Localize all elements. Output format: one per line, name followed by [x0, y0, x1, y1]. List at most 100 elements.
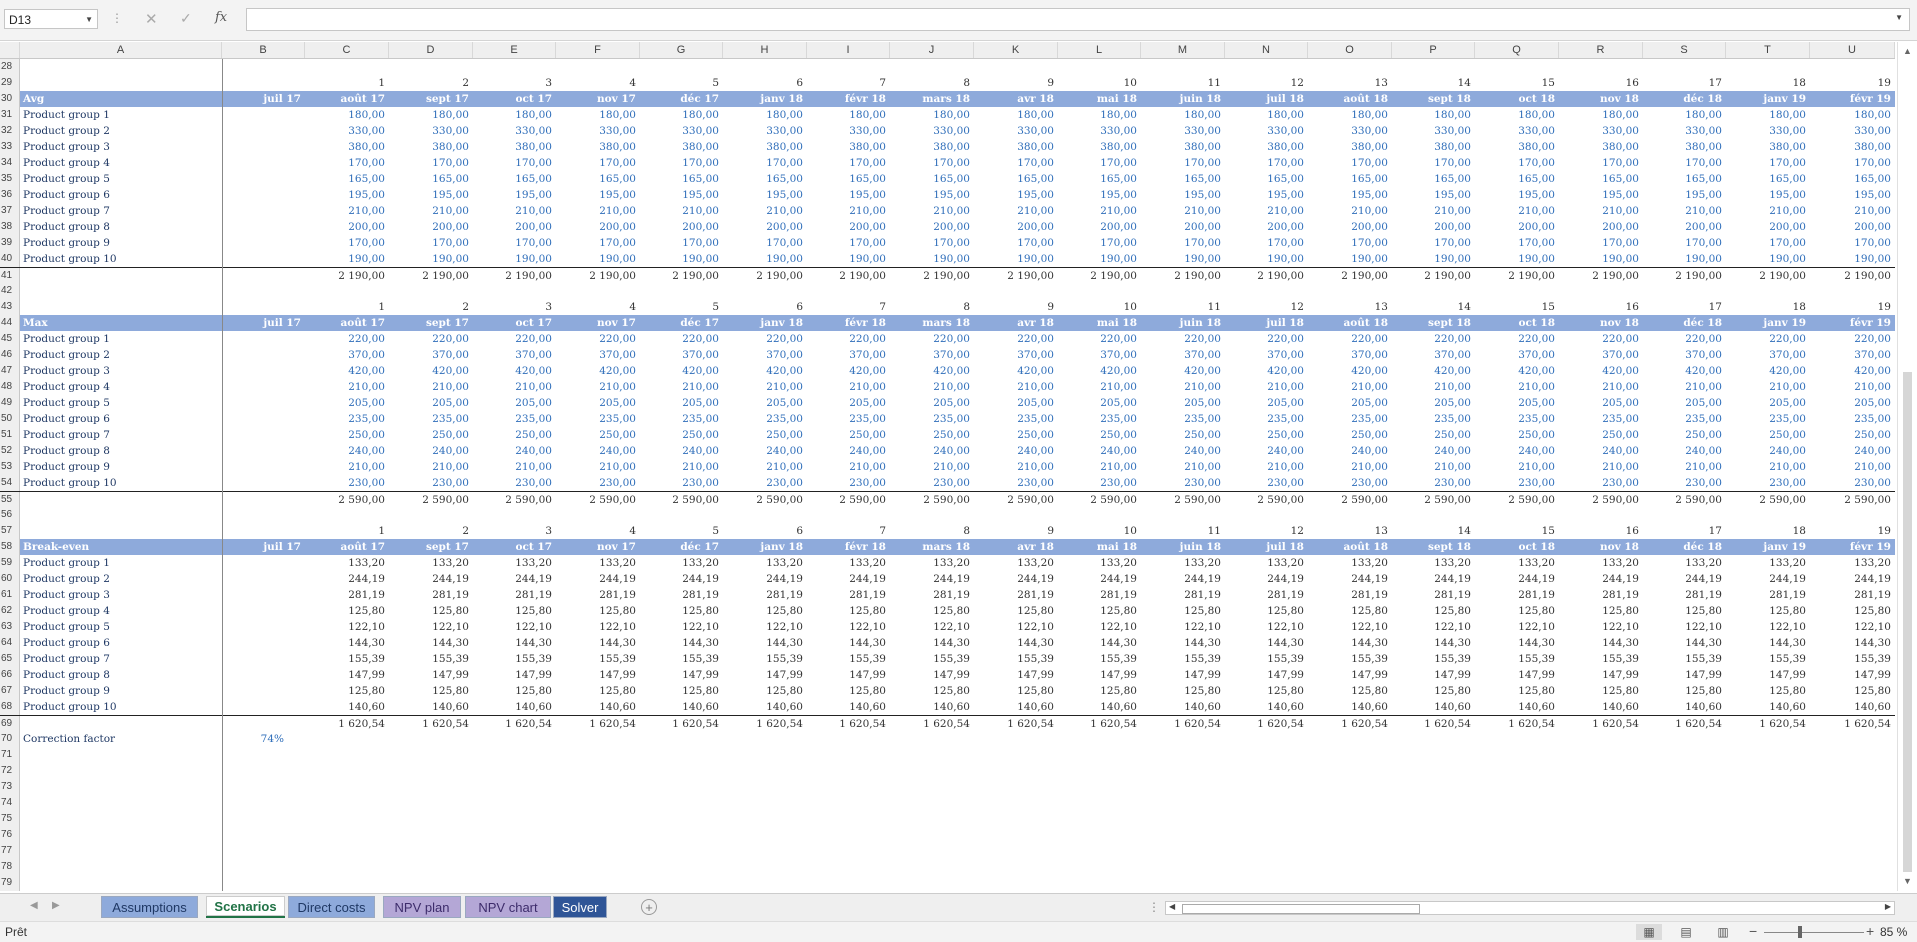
- month-header-cell[interactable]: juin 18: [1141, 91, 1225, 107]
- month-header-cell[interactable]: déc 17: [640, 539, 723, 555]
- value-cell[interactable]: 250,00: [640, 427, 723, 443]
- month-header-cell[interactable]: août 18: [1308, 539, 1392, 555]
- value-cell[interactable]: 133,20: [556, 555, 640, 571]
- value-cell[interactable]: 122,10: [389, 619, 473, 635]
- value-cell[interactable]: 281,19: [1643, 587, 1726, 603]
- value-cell[interactable]: 240,00: [1308, 443, 1392, 459]
- total-cell[interactable]: 2 590,00: [1475, 492, 1559, 508]
- value-cell[interactable]: 165,00: [305, 171, 389, 187]
- row-number[interactable]: 34: [0, 155, 20, 171]
- vertical-scrollbar[interactable]: ▲ ▼: [1897, 42, 1917, 891]
- month-header-cell[interactable]: oct 17: [473, 91, 556, 107]
- value-cell[interactable]: 210,00: [723, 203, 807, 219]
- correction-factor-label[interactable]: Correction factor: [20, 731, 222, 747]
- value-cell[interactable]: 420,00: [723, 363, 807, 379]
- value-cell[interactable]: 165,00: [974, 171, 1058, 187]
- value-cell[interactable]: 235,00: [305, 411, 389, 427]
- value-cell[interactable]: 244,19: [1141, 571, 1225, 587]
- value-cell[interactable]: 220,00: [473, 331, 556, 347]
- total-cell[interactable]: 1 620,54: [1475, 716, 1559, 732]
- month-header-cell[interactable]: janv 18: [723, 91, 807, 107]
- total-cell[interactable]: 2 190,00: [1141, 268, 1225, 284]
- value-cell[interactable]: 133,20: [473, 555, 556, 571]
- period-index-cell[interactable]: 17: [1643, 523, 1726, 539]
- value-cell[interactable]: 165,00: [556, 171, 640, 187]
- month-header-cell[interactable]: avr 18: [974, 91, 1058, 107]
- row-number[interactable]: 36: [0, 187, 20, 203]
- value-cell[interactable]: 230,00: [1475, 475, 1559, 491]
- value-cell[interactable]: 170,00: [1392, 155, 1475, 171]
- value-cell[interactable]: 210,00: [1141, 379, 1225, 395]
- splitter-icon[interactable]: ⋮: [1148, 900, 1160, 914]
- column-header-a[interactable]: A: [20, 42, 222, 58]
- value-cell[interactable]: 205,00: [807, 395, 890, 411]
- period-index-cell[interactable]: 11: [1141, 299, 1225, 315]
- value-cell[interactable]: 170,00: [305, 155, 389, 171]
- value-cell[interactable]: 165,00: [1308, 171, 1392, 187]
- month-header-cell[interactable]: déc 18: [1643, 91, 1726, 107]
- period-index-cell[interactable]: 5: [640, 523, 723, 539]
- row-number[interactable]: 73: [0, 779, 20, 795]
- row-number[interactable]: 35: [0, 171, 20, 187]
- more-icon[interactable]: ⋮: [111, 11, 123, 25]
- value-cell[interactable]: 147,99: [807, 667, 890, 683]
- value-cell[interactable]: 170,00: [1559, 235, 1643, 251]
- value-cell[interactable]: 330,00: [1141, 123, 1225, 139]
- month-header-cell[interactable]: mai 18: [1058, 315, 1141, 331]
- product-label[interactable]: Product group 3: [20, 587, 222, 603]
- value-cell[interactable]: 155,39: [974, 651, 1058, 667]
- value-cell[interactable]: 205,00: [1308, 395, 1392, 411]
- row-number[interactable]: 78: [0, 859, 20, 875]
- period-index-cell[interactable]: 17: [1643, 75, 1726, 91]
- value-cell[interactable]: 380,00: [1475, 139, 1559, 155]
- name-box[interactable]: D13 ▼: [4, 9, 98, 29]
- value-cell[interactable]: 133,20: [974, 555, 1058, 571]
- value-cell[interactable]: 147,99: [1225, 667, 1308, 683]
- product-label[interactable]: Product group 10: [20, 699, 222, 715]
- total-cell[interactable]: 1 620,54: [473, 716, 556, 732]
- value-cell[interactable]: 220,00: [723, 331, 807, 347]
- value-cell[interactable]: 190,00: [389, 251, 473, 267]
- value-cell[interactable]: 210,00: [389, 379, 473, 395]
- value-cell[interactable]: 147,99: [974, 667, 1058, 683]
- value-cell[interactable]: 144,30: [890, 635, 974, 651]
- value-cell[interactable]: 170,00: [473, 235, 556, 251]
- row-number[interactable]: 46: [0, 347, 20, 363]
- add-sheet-icon[interactable]: +: [641, 899, 657, 915]
- total-cell[interactable]: 2 190,00: [1559, 268, 1643, 284]
- period-index-cell[interactable]: 4: [556, 299, 640, 315]
- row-number[interactable]: 28: [0, 59, 20, 75]
- value-cell[interactable]: 180,00: [1225, 107, 1308, 123]
- enter-icon[interactable]: ✓: [180, 10, 192, 27]
- value-cell[interactable]: 330,00: [1810, 123, 1895, 139]
- total-cell[interactable]: 2 190,00: [974, 268, 1058, 284]
- value-cell[interactable]: 195,00: [1475, 187, 1559, 203]
- value-cell[interactable]: 420,00: [1475, 363, 1559, 379]
- period-index-cell[interactable]: 15: [1475, 523, 1559, 539]
- value-cell[interactable]: 205,00: [640, 395, 723, 411]
- month-header-cell[interactable]: janv 19: [1726, 539, 1810, 555]
- row-number[interactable]: 64: [0, 635, 20, 651]
- row-number[interactable]: 43: [0, 299, 20, 315]
- value-cell[interactable]: 170,00: [1643, 155, 1726, 171]
- product-label[interactable]: Product group 2: [20, 571, 222, 587]
- value-cell[interactable]: 420,00: [1643, 363, 1726, 379]
- period-index-cell[interactable]: 3: [473, 75, 556, 91]
- month-header-cell[interactable]: mai 18: [1058, 91, 1141, 107]
- product-label[interactable]: Product group 3: [20, 139, 222, 155]
- value-cell[interactable]: 210,00: [1643, 459, 1726, 475]
- value-cell[interactable]: 195,00: [807, 187, 890, 203]
- value-cell[interactable]: 330,00: [473, 123, 556, 139]
- period-index-cell[interactable]: 16: [1559, 523, 1643, 539]
- value-cell[interactable]: 140,60: [305, 699, 389, 715]
- value-cell[interactable]: 122,10: [1141, 619, 1225, 635]
- value-cell[interactable]: 230,00: [1058, 475, 1141, 491]
- row-number[interactable]: 62: [0, 603, 20, 619]
- value-cell[interactable]: 330,00: [1643, 123, 1726, 139]
- value-cell[interactable]: 190,00: [1225, 251, 1308, 267]
- scroll-left-icon[interactable]: ◀: [1169, 902, 1175, 911]
- value-cell[interactable]: 420,00: [1726, 363, 1810, 379]
- value-cell[interactable]: 210,00: [1225, 203, 1308, 219]
- value-cell[interactable]: 420,00: [1392, 363, 1475, 379]
- sheet-grid[interactable]: 28 29 1 2 3 4 5 6 7 8 9 10 11 12 13 14 15 16 17 18 19 30 Avg ju…: [0, 59, 1895, 891]
